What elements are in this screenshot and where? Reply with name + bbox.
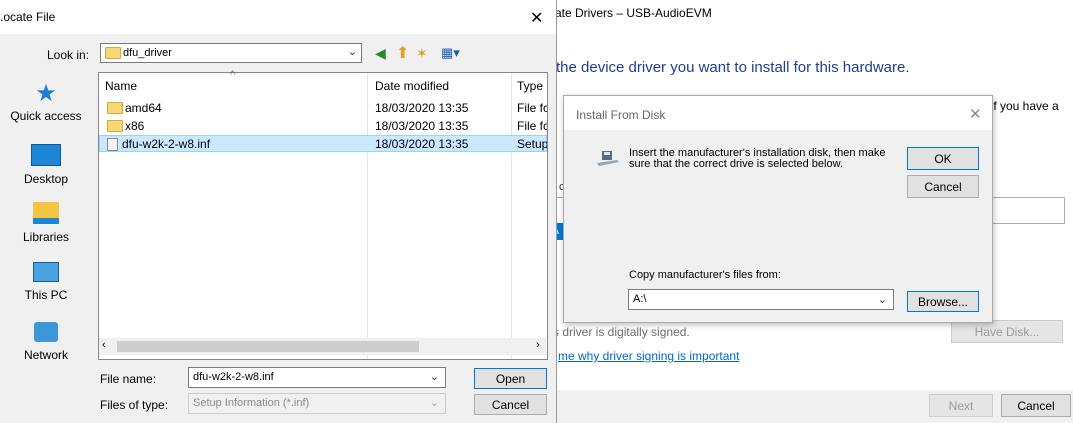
source-path-combobox[interactable]: A:\ ⌄ <box>628 289 894 310</box>
file-type: Setup <box>517 137 547 151</box>
file-row[interactable]: x86 18/03/2020 13:35 File fc <box>99 117 547 134</box>
file-row[interactable]: amd64 18/03/2020 13:35 File fc <box>99 99 547 116</box>
wizard-footer <box>547 390 1073 423</box>
network-icon <box>34 322 58 342</box>
file-type-label: Files of type: <box>100 398 169 412</box>
file-type: File fc <box>517 101 547 115</box>
file-list[interactable]: Name ^ Date modified Type amd64 18/03/20… <box>98 69 548 360</box>
locate-cancel-button[interactable]: Cancel <box>474 394 547 415</box>
view-menu-icon[interactable]: ▦▾ <box>441 45 460 61</box>
folder-icon <box>105 47 121 59</box>
wizard-title: ate Drivers – USB-AudioEVM <box>555 6 712 20</box>
open-button[interactable]: Open <box>474 368 547 389</box>
place-this-pc[interactable]: This PC <box>4 262 88 302</box>
ok-button[interactable]: OK <box>907 147 979 170</box>
file-name-input[interactable]: dfu-w2k-2-w8.inf ⌄ <box>188 367 446 388</box>
look-in-label: Look in: <box>47 48 90 62</box>
copy-files-label: Copy manufacturer's files from: <box>629 269 781 281</box>
install-instructions: Insert the manufacturer's installation d… <box>629 147 886 170</box>
install-from-disk-title: Install From Disk <box>576 108 666 122</box>
driver-signing-link[interactable]: me why driver signing is important <box>558 349 739 363</box>
look-in-value: dfu_driver <box>123 47 172 59</box>
file-date: 18/03/2020 13:35 <box>375 101 469 115</box>
sort-ascending-icon: ^ <box>230 69 236 81</box>
place-libraries[interactable]: Libraries <box>4 202 88 244</box>
look-in-dropdown[interactable]: dfu_driver ⌄ <box>100 43 362 63</box>
libraries-icon <box>33 202 59 224</box>
file-type-value: Setup Information (*.inf) <box>193 397 310 409</box>
place-label: This PC <box>24 288 68 302</box>
file-date: 18/03/2020 13:35 <box>375 137 469 151</box>
source-path-value: A:\ <box>633 293 647 305</box>
places-bar: ★ Quick access Desktop Libraries This PC… <box>4 72 94 402</box>
wizard-heading: the device driver you want to install fo… <box>556 59 910 76</box>
column-header-name[interactable]: Name <box>105 79 137 93</box>
chevron-down-icon[interactable]: ⌄ <box>878 293 887 306</box>
file-name-value: dfu-w2k-2-w8.inf <box>193 371 274 383</box>
new-folder-icon[interactable]: ✶ <box>416 45 428 62</box>
file-type: File fc <box>517 119 547 133</box>
folder-icon <box>107 102 123 114</box>
locate-file-title: .ocate File <box>0 10 56 24</box>
inf-file-icon <box>107 138 118 151</box>
install-from-disk-dialog: Install From Disk ✕ Insert the manufactu… <box>563 95 993 323</box>
next-button[interactable]: Next <box>929 394 993 417</box>
locate-file-titlebar <box>0 0 556 34</box>
column-header-date[interactable]: Date modified <box>375 79 449 93</box>
place-desktop[interactable]: Desktop <box>4 144 88 186</box>
scrollbar-thumb[interactable] <box>117 341 419 352</box>
close-icon[interactable]: ✕ <box>530 8 543 28</box>
file-name: dfu-w2k-2-w8.inf <box>122 137 211 151</box>
chevron-down-icon: ⌄ <box>347 46 357 58</box>
horizontal-scrollbar[interactable]: ‹ › <box>99 338 546 355</box>
wizard-cancel-button[interactable]: Cancel <box>1001 394 1071 417</box>
scroll-right-icon[interactable]: › <box>536 339 540 351</box>
wizard-instructions-fragment: If you have a <box>990 99 1059 113</box>
browse-button[interactable]: Browse... <box>907 291 979 312</box>
file-date: 18/03/2020 13:35 <box>375 119 469 133</box>
place-label: Libraries <box>22 230 70 244</box>
file-name-label: File name: <box>100 372 157 386</box>
computer-icon <box>33 262 59 282</box>
place-quick-access[interactable]: ★ Quick access <box>4 80 88 124</box>
driver-signed-text: s driver is digitally signed. <box>553 325 690 339</box>
folder-icon <box>107 120 123 132</box>
desktop-icon <box>31 144 61 166</box>
file-name: amd64 <box>125 101 162 115</box>
place-label: Quick access <box>10 109 82 123</box>
back-icon[interactable]: ◀ <box>375 45 386 62</box>
install-cancel-button[interactable]: Cancel <box>907 175 979 198</box>
file-type-dropdown[interactable]: Setup Information (*.inf) ⌄ <box>188 393 446 414</box>
column-header-type[interactable]: Type <box>517 79 543 93</box>
disk-drive-icon <box>597 149 619 172</box>
place-label: Desktop <box>23 172 69 186</box>
place-label: Network <box>23 348 68 362</box>
file-row-selected[interactable]: dfu-w2k-2-w8.inf 18/03/2020 13:35 Setup <box>99 135 547 152</box>
star-icon: ★ <box>35 80 57 107</box>
place-network[interactable]: Network <box>4 322 88 362</box>
file-name: x86 <box>125 119 145 133</box>
up-folder-icon[interactable]: ⬆ <box>396 43 409 63</box>
close-icon[interactable]: ✕ <box>969 105 982 123</box>
chevron-down-icon[interactable]: ⌄ <box>430 370 439 383</box>
chevron-down-icon: ⌄ <box>429 397 439 409</box>
scroll-left-icon[interactable]: ‹ <box>102 339 106 351</box>
have-disk-button[interactable]: Have Disk... <box>951 320 1063 343</box>
